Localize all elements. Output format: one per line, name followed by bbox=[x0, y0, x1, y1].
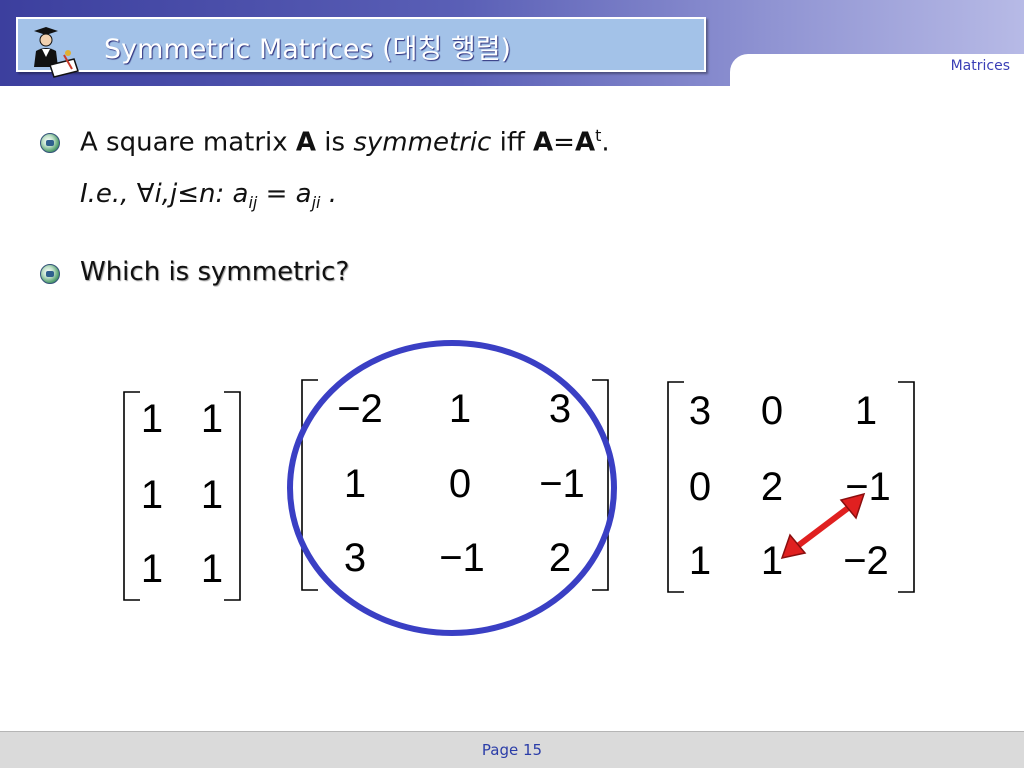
m1-r1-c1: 1 bbox=[201, 473, 223, 517]
m2-r1-c2: −1 bbox=[539, 462, 585, 506]
m2-r0-c1: 1 bbox=[449, 387, 471, 431]
matrix3-right-bracket bbox=[898, 381, 915, 593]
m3-r2-c0: 1 bbox=[689, 539, 711, 583]
page-number: Page 15 bbox=[481, 741, 543, 759]
m3-r2-c1: 1 bbox=[761, 539, 783, 583]
matrices-figure: 1 1 1 1 1 1 −2 1 3 1 0 −1 3 −1 2 3 0 1 0… bbox=[123, 340, 915, 636]
m1-r2-c1: 1 bbox=[201, 547, 223, 591]
m2-r0-c2: 3 bbox=[549, 387, 571, 431]
m2-r1-c1: 0 bbox=[449, 462, 471, 506]
m2-r0-c0: −2 bbox=[337, 387, 383, 431]
m3-r0-c0: 3 bbox=[689, 389, 711, 433]
matrix3-left-bracket bbox=[667, 381, 684, 593]
matrix1-left-bracket bbox=[123, 391, 140, 601]
m3-r1-c1: 2 bbox=[761, 465, 783, 509]
m3-r0-c1: 0 bbox=[761, 389, 783, 433]
m3-r0-c2: 1 bbox=[855, 389, 877, 433]
matrix1-right-bracket bbox=[224, 391, 241, 601]
m1-r1-c0: 1 bbox=[141, 473, 163, 517]
m2-r1-c0: 1 bbox=[344, 462, 366, 506]
m3-r2-c2: −2 bbox=[843, 539, 889, 583]
m1-r0-c1: 1 bbox=[201, 397, 223, 441]
m2-r2-c1: −1 bbox=[439, 536, 485, 580]
m3-r1-c0: 0 bbox=[689, 465, 711, 509]
m1-r0-c0: 1 bbox=[141, 397, 163, 441]
m1-r2-c0: 1 bbox=[141, 547, 163, 591]
m2-r2-c0: 3 bbox=[344, 536, 366, 580]
m2-r2-c2: 2 bbox=[549, 536, 571, 580]
